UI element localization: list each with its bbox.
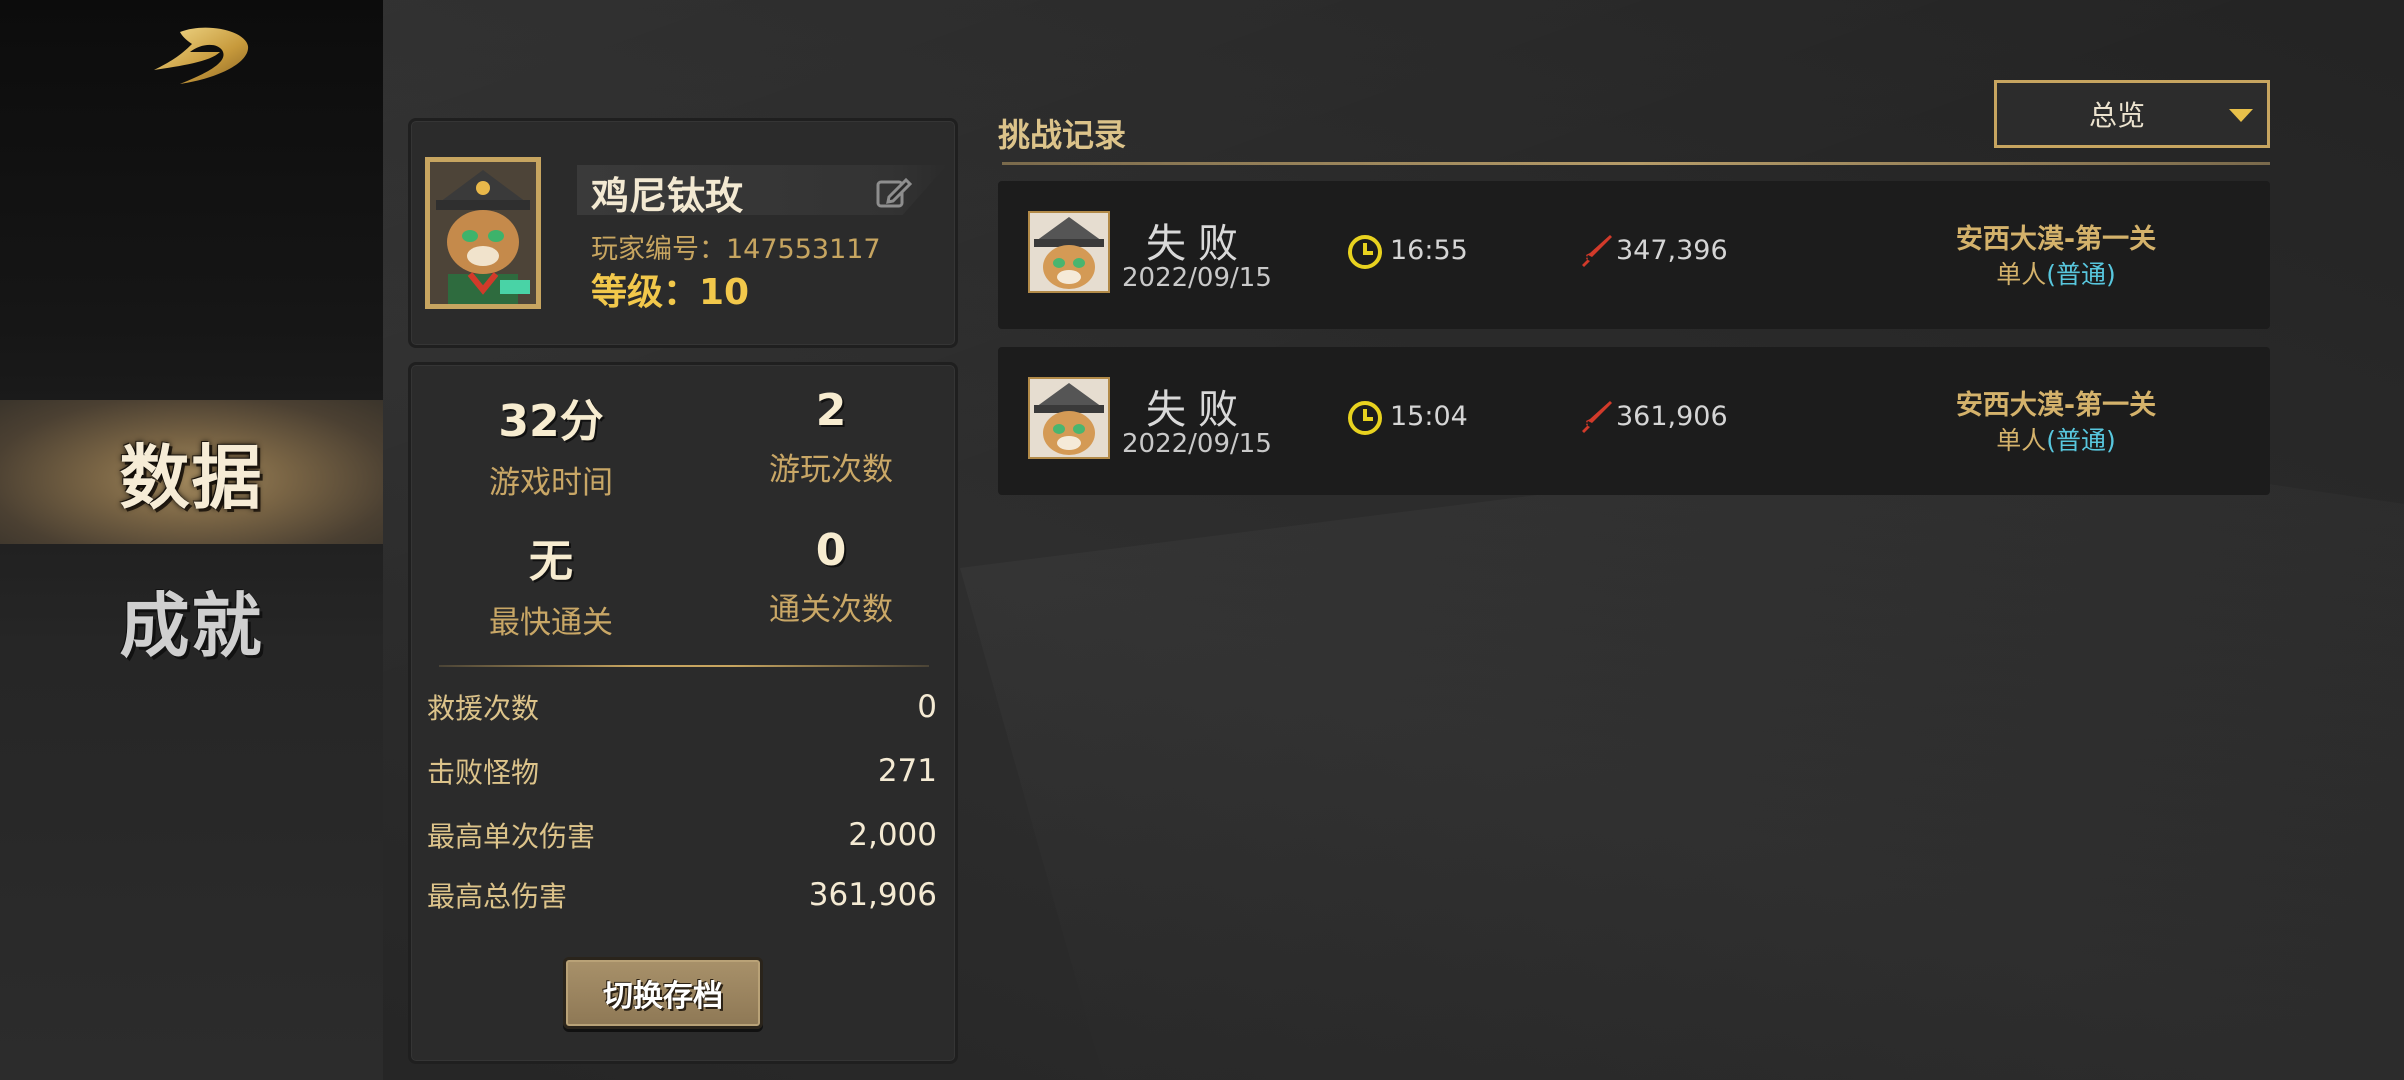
stat-play-count: 2 游玩次数 — [721, 385, 941, 489]
game-logo-icon — [154, 27, 249, 84]
record-difficulty: (普通) — [2046, 260, 2116, 289]
player-level: 等级：10 — [591, 272, 750, 313]
sidebar-item-data[interactable]: 数据 — [0, 400, 383, 544]
record-mode: 单人(普通) — [1898, 421, 2214, 457]
stat-label: 最快通关 — [489, 605, 613, 641]
stat-label: 游玩次数 — [769, 452, 893, 488]
sword-icon — [1582, 235, 1612, 267]
stat-play-time: 32分 游戏时间 — [441, 385, 661, 502]
cat-avatar-icon — [1030, 213, 1108, 291]
sidebar-item-achievements[interactable]: 成就 — [0, 548, 383, 692]
stat-clear-count: 0 通关次数 — [721, 525, 941, 629]
edit-icon[interactable] — [873, 173, 913, 213]
record-date: 2022/09/15 — [1122, 429, 1272, 459]
record-avatar — [1028, 377, 1110, 459]
stat-row-max-total-damage: 最高总伤害 361,906 — [427, 871, 937, 919]
stat-row-value: 361,906 — [808, 877, 937, 913]
record-damage: 347,396 — [1616, 235, 1728, 266]
record-row[interactable]: 失败 2022/09/15 15:04 361,906 安西大漠-第一关 单人(… — [998, 347, 2270, 495]
stat-row-max-single-damage: 最高单次伤害 2,000 — [427, 811, 937, 859]
stat-label: 游戏时间 — [489, 465, 613, 501]
stat-row-label: 击败怪物 — [427, 756, 540, 789]
records-filter-dropdown[interactable]: 总览 — [1994, 80, 2270, 148]
record-date: 2022/09/15 — [1122, 263, 1272, 293]
stat-row-value: 0 — [917, 689, 937, 725]
record-stage: 安西大漠-第一关 — [1955, 390, 2157, 421]
switch-save-button[interactable]: 切换存档 — [563, 957, 763, 1029]
record-mode-text: 单人 — [1996, 260, 2047, 289]
record-time: 16:55 — [1390, 235, 1468, 266]
stat-row-value: 2,000 — [848, 817, 937, 853]
stat-value: 2 — [815, 385, 847, 436]
sidebar: 数据 成就 — [0, 0, 383, 1080]
sword-icon — [1582, 401, 1612, 433]
record-damage: 361,906 — [1616, 401, 1728, 432]
stat-row-label: 最高单次伤害 — [427, 820, 596, 853]
cat-avatar-icon — [430, 162, 536, 304]
stat-row-monsters-defeated: 击败怪物 271 — [427, 747, 937, 795]
stat-value: 无 — [529, 536, 573, 587]
stat-fastest-clear: 无 最快通关 — [441, 525, 661, 642]
record-mode: 单人(普通) — [1898, 255, 2214, 291]
stats-card: 32分 游戏时间 2 游玩次数 无 最快通关 0 通关次数 救援次数 0 击败怪… — [408, 362, 958, 1064]
stat-row-label: 最高总伤害 — [427, 880, 568, 913]
records-title: 挑战记录 — [998, 116, 1127, 154]
record-time: 15:04 — [1390, 401, 1468, 432]
player-id: 玩家编号：147553117 — [591, 234, 881, 265]
stat-row-value: 271 — [877, 753, 937, 789]
triangle-down-icon — [2229, 109, 2253, 122]
record-result: 失败 — [1146, 387, 1250, 433]
stat-value: 0 — [815, 525, 847, 576]
record-result: 失败 — [1146, 221, 1250, 267]
clock-icon — [1348, 401, 1382, 435]
player-name: 鸡尼钛玫 — [591, 174, 744, 218]
records-divider — [1002, 162, 2270, 165]
stat-value: 32分 — [498, 396, 604, 447]
player-avatar[interactable] — [425, 157, 541, 309]
cat-avatar-icon — [1030, 379, 1108, 457]
dropdown-selected: 总览 — [2088, 99, 2145, 132]
stat-label: 通关次数 — [769, 592, 893, 628]
record-row[interactable]: 失败 2022/09/15 16:55 347,396 安西大漠-第一关 单人(… — [998, 181, 2270, 329]
record-avatar — [1028, 211, 1110, 293]
record-stage: 安西大漠-第一关 — [1955, 224, 2157, 255]
stats-divider — [439, 665, 929, 667]
record-difficulty: (普通) — [2046, 426, 2116, 455]
clock-icon — [1348, 235, 1382, 269]
stat-row-rescues: 救援次数 0 — [427, 683, 937, 731]
profile-card: 鸡尼钛玫 玩家编号：147553117 等级：10 — [408, 118, 958, 348]
record-mode-text: 单人 — [1996, 426, 2047, 455]
stat-row-label: 救援次数 — [427, 692, 540, 725]
